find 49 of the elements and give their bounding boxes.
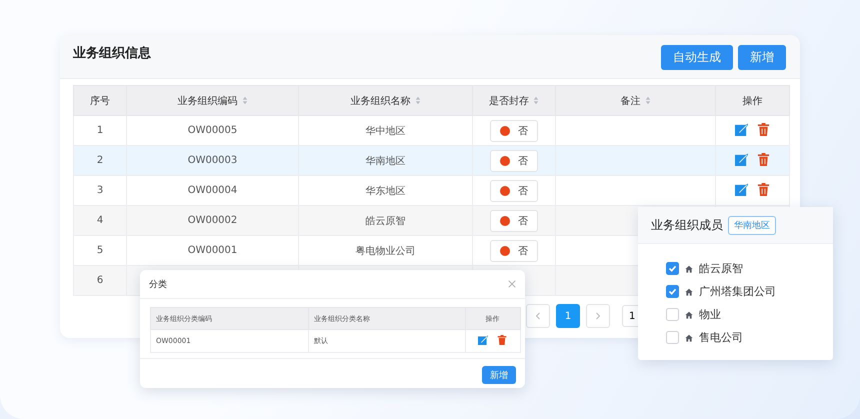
member-label: 广州塔集团公司 [699, 284, 776, 299]
sealed-toggle[interactable]: 否 [490, 180, 538, 202]
column-header[interactable]: 备注 [556, 86, 716, 116]
delete-icon[interactable] [497, 335, 507, 345]
region-tag: 华南地区 [728, 216, 776, 234]
table-cell: 华中地区 [366, 126, 406, 136]
table-cell: 华东地区 [366, 186, 406, 196]
house-icon [685, 264, 693, 272]
panel-title: 业务组织成员 [651, 216, 723, 234]
table-cell: OW00004 [188, 185, 238, 196]
sealed-toggle[interactable]: 否 [490, 120, 538, 142]
dialog-title: 分类 [149, 278, 167, 290]
delete-icon[interactable] [757, 152, 770, 166]
sealed-toggle[interactable]: 否 [490, 210, 538, 232]
table-cell: OW00003 [188, 155, 238, 166]
table-cell: 华南地区 [366, 156, 406, 166]
table-cell: 6 [74, 266, 126, 296]
table-cell: 粤电物业公司 [356, 246, 416, 256]
edit-icon[interactable] [478, 335, 488, 345]
column-header[interactable]: 是否封存 [472, 86, 556, 116]
card-title: 业务组织信息 [73, 44, 151, 62]
column-header[interactable]: 业务组织名称 [298, 86, 472, 116]
member-label: 售电公司 [699, 330, 743, 345]
chevron-left-icon [534, 312, 542, 320]
table-cell: OW00001 [188, 245, 238, 256]
member-label: 皓云原智 [699, 261, 743, 276]
sealed-toggle[interactable]: 否 [490, 150, 538, 172]
house-icon [685, 310, 693, 318]
house-icon [685, 288, 693, 296]
table-cell: 2 [74, 146, 126, 176]
table-cell: OW00005 [188, 125, 238, 136]
checkbox[interactable] [666, 262, 679, 275]
table-cell: 4 [74, 206, 126, 236]
sealed-toggle[interactable]: 否 [490, 240, 538, 262]
house-icon [685, 334, 693, 342]
delete-icon[interactable] [757, 182, 770, 196]
column-header[interactable]: 序号 [74, 86, 126, 116]
member-label: 物业 [699, 307, 721, 322]
checkbox[interactable] [666, 285, 679, 298]
close-icon[interactable] [508, 280, 516, 288]
table-cell: 皓云原智 [366, 216, 406, 226]
column-header[interactable]: 业务组织编码 [126, 86, 298, 116]
table-cell: OW00002 [188, 215, 238, 226]
chevron-right-icon [594, 312, 602, 320]
edit-icon[interactable] [735, 182, 748, 196]
edit-icon[interactable] [735, 152, 748, 166]
delete-icon[interactable] [757, 122, 770, 136]
edit-icon[interactable] [735, 122, 748, 136]
column-header[interactable]: 操作 [716, 86, 790, 116]
